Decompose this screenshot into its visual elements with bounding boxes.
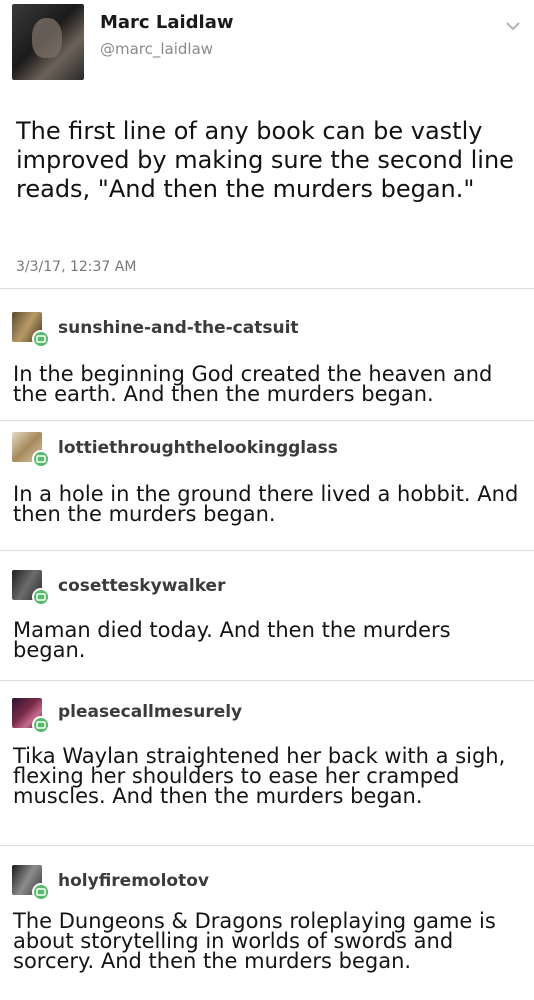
divider (0, 845, 534, 846)
reblog-username[interactable]: sunshine-and-the-catsuit (58, 318, 299, 338)
reblog-text: Maman died today. And then the murders b… (13, 618, 451, 662)
divider (0, 550, 534, 551)
reblog-badge-icon (32, 330, 50, 348)
reblog-entry: sunshine-and-the-catsuit In the beginnin… (0, 300, 534, 415)
reblog-badge-icon (32, 450, 50, 468)
reblog-text: The Dungeons & Dragons roleplaying game … (13, 909, 496, 973)
reblog-text: In the beginning God created the heaven … (13, 362, 493, 406)
tweet-text: The first line of any book can be vastly… (16, 117, 514, 203)
reblog-text: Tika Waylan straightened her back with a… (13, 744, 506, 808)
author-handle[interactable]: @marc_laidlaw (100, 40, 213, 58)
reblog-username[interactable]: holyfiremolotov (58, 871, 209, 891)
reblog-entry: holyfiremolotov The Dungeons & Dragons r… (0, 855, 534, 1000)
tweet-timestamp[interactable]: 3/3/17, 12:37 AM (16, 259, 136, 275)
reblog-badge-icon (32, 716, 50, 734)
reblog-entry: cosetteskywalker Maman died today. And t… (0, 560, 534, 680)
divider (0, 288, 534, 289)
divider (0, 680, 534, 681)
embedded-tweet: Marc Laidlaw @marc_laidlaw The first lin… (0, 0, 534, 290)
reblog-text: In a hole in the ground there lived a ho… (13, 482, 519, 526)
chevron-down-icon[interactable] (505, 20, 521, 32)
author-avatar[interactable] (12, 4, 84, 80)
reblog-username[interactable]: pleasecallmesurely (58, 702, 242, 722)
reblog-badge-icon (32, 883, 50, 901)
reblog-entry: lottiethroughthelookingglass In a hole i… (0, 420, 534, 550)
reblog-username[interactable]: lottiethroughthelookingglass (58, 438, 338, 458)
author-name[interactable]: Marc Laidlaw (100, 12, 234, 33)
reblog-badge-icon (32, 588, 50, 606)
reblog-entry: pleasecallmesurely Tika Waylan straighte… (0, 690, 534, 840)
reblog-username[interactable]: cosetteskywalker (58, 576, 225, 596)
